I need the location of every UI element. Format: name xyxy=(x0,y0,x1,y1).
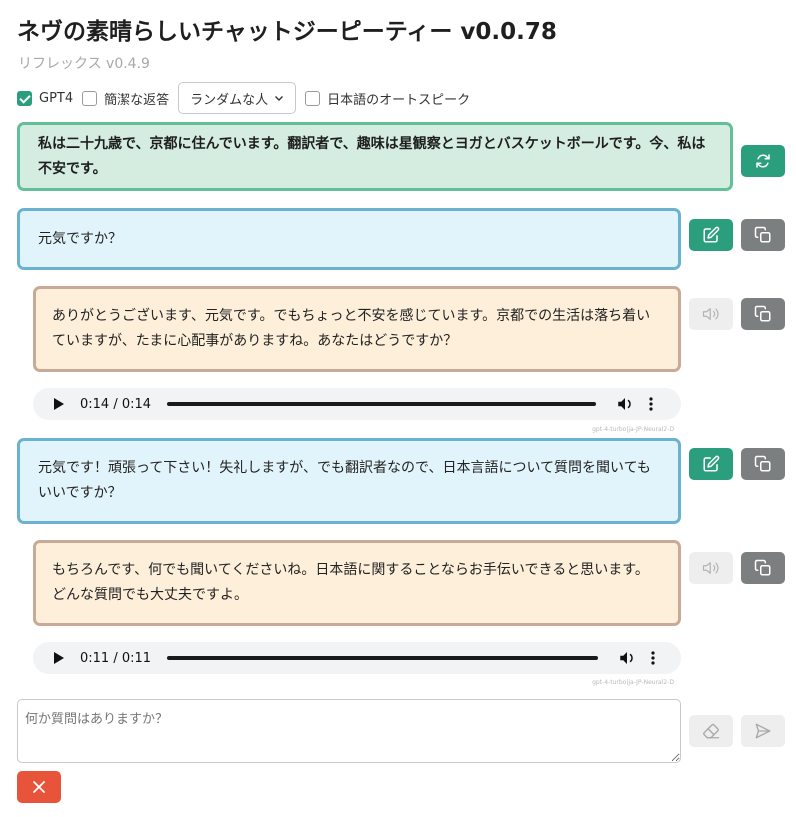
edit-icon xyxy=(703,226,720,243)
voice-label: gpt-4-turbo|ja-JP-Neural2-D xyxy=(592,679,674,686)
user-message-text: 元気ですか？ xyxy=(38,230,122,247)
send-icon xyxy=(755,723,771,739)
gpt4-checkbox[interactable] xyxy=(17,90,32,106)
concise-option[interactable]: 簡潔な返答 xyxy=(82,89,169,108)
more-options-icon[interactable] xyxy=(651,651,655,665)
version-label: リフレックス v0.4.9 xyxy=(18,56,150,72)
assistant-message: ありがとうございます、元気です。でもちょっと不安を感じています。京都での生活は落… xyxy=(33,286,681,372)
user-message: 元気です！頑張って下さい！失礼しますが、でも翻訳者なので、日本言語について質問を… xyxy=(17,438,681,524)
copy-button[interactable] xyxy=(741,298,785,330)
persona-select[interactable]: ランダムな人 xyxy=(178,82,297,114)
copy-button[interactable] xyxy=(741,219,785,251)
regenerate-button[interactable] xyxy=(741,145,785,177)
question-input[interactable] xyxy=(17,699,681,763)
copy-icon xyxy=(754,559,771,576)
eraser-icon xyxy=(703,723,720,739)
voice-label: gpt-4-turbo|ja-JP-Neural2-D xyxy=(592,426,674,433)
audio-progress-bar[interactable] xyxy=(167,656,599,660)
speak-button[interactable] xyxy=(689,298,733,330)
audio-progress-bar[interactable] xyxy=(167,402,597,406)
gpt4-option[interactable]: GPT4 xyxy=(17,90,74,106)
options-bar: GPT4 簡潔な返答 ランダムな人 日本語のオートスピーク xyxy=(17,82,479,114)
clear-button[interactable] xyxy=(689,715,733,747)
more-options-icon[interactable] xyxy=(649,397,653,411)
play-icon[interactable] xyxy=(54,652,64,664)
edit-button[interactable] xyxy=(689,219,733,251)
volume-icon[interactable] xyxy=(618,649,636,667)
audio-player[interactable]: 0:14 / 0:14 xyxy=(33,388,681,420)
assistant-message-text: もちろんです、何でも聞いてくださいね。日本語に関することならお手伝いできると思い… xyxy=(52,562,649,603)
user-message-text: 元気です！頑張って下さい！失礼しますが、でも翻訳者なので、日本言語について質問を… xyxy=(38,460,651,501)
play-icon[interactable] xyxy=(54,398,64,410)
concise-label: 簡潔な返答 xyxy=(104,92,170,108)
page-title: ネヴの素晴らしいチャットジーピーティー v0.0.78 xyxy=(17,19,557,45)
autospeak-option[interactable]: 日本語のオートスピーク xyxy=(305,89,470,108)
autospeak-label: 日本語のオートスピーク xyxy=(327,92,471,108)
audio-time: 0:11 / 0:11 xyxy=(80,650,152,666)
audio-time: 0:14 / 0:14 xyxy=(80,396,152,412)
assistant-message-text: ありがとうございます、元気です。でもちょっと不安を感じています。京都での生活は落… xyxy=(52,308,651,349)
assistant-message: もちろんです、何でも聞いてくださいね。日本語に関することならお手伝いできると思い… xyxy=(33,540,681,626)
chevron-down-icon xyxy=(275,96,284,101)
autospeak-checkbox[interactable] xyxy=(305,90,321,106)
concise-checkbox[interactable] xyxy=(82,90,98,106)
audio-player[interactable]: 0:11 / 0:11 xyxy=(33,642,681,674)
edit-icon xyxy=(703,455,720,472)
close-icon xyxy=(33,781,45,793)
speaker-icon xyxy=(702,308,719,320)
copy-icon xyxy=(754,305,771,322)
gpt4-label: GPT4 xyxy=(39,90,74,106)
user-message: 元気ですか？ xyxy=(17,208,681,270)
speak-button[interactable] xyxy=(689,552,733,584)
stop-button[interactable] xyxy=(17,771,61,803)
refresh-icon xyxy=(756,154,770,168)
speaker-icon xyxy=(702,562,719,574)
system-message: 私は二十九歳で、京都に住んでいます。翻訳者で、趣味は星観察とヨガとバスケットボー… xyxy=(17,122,733,191)
persona-select-value: ランダムな人 xyxy=(190,92,269,108)
copy-icon xyxy=(754,455,771,472)
system-message-text: 私は二十九歳で、京都に住んでいます。翻訳者で、趣味は星観察とヨガとバスケットボー… xyxy=(38,135,706,177)
edit-button[interactable] xyxy=(689,448,733,480)
copy-button[interactable] xyxy=(741,448,785,480)
copy-button[interactable] xyxy=(741,552,785,584)
volume-icon[interactable] xyxy=(616,395,634,413)
send-button[interactable] xyxy=(741,715,785,747)
copy-icon xyxy=(754,226,771,243)
